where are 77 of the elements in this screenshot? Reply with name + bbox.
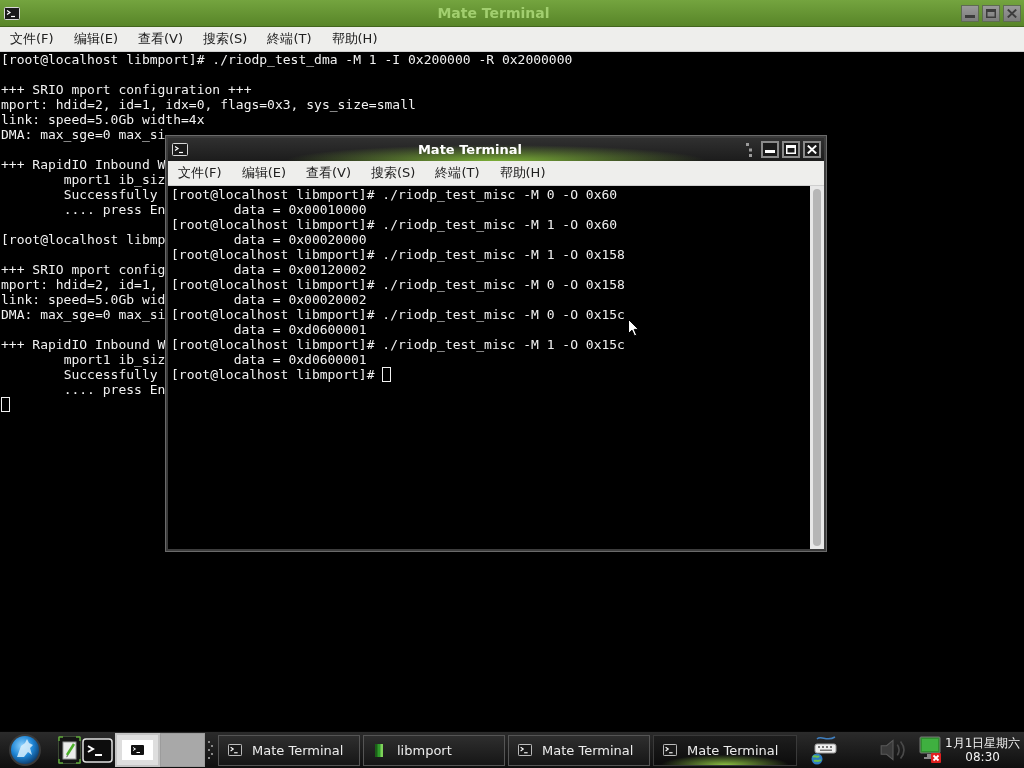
terminal-line: [root@localhost libmport]# ./riodp_test_dma -M 1 -I 0x200000 -R 0x2000000	[1, 52, 573, 67]
terminal-line: +++ RapidIO Inbound W	[1, 337, 166, 352]
window-thumbnail-icon	[122, 740, 153, 760]
terminal-line: [root@localhost libmport]# ./riodp_test_misc -M 1 -O 0x158	[171, 247, 625, 262]
drag-handle-icon	[746, 142, 752, 157]
task-button[interactable]: Mate Terminal	[653, 734, 797, 766]
minimize-icon	[965, 14, 975, 18]
menu-item[interactable]: 文件(F)	[0, 28, 64, 50]
terminal-line: data = 0x00010000	[233, 202, 367, 217]
terminal-line: data = 0xd0600001	[233, 352, 367, 367]
terminal-line: [root@localhost libmport]# ./riodp_test_misc -M 0 -O 0x60	[171, 187, 618, 202]
clock-time[interactable]: 08:30	[965, 750, 1000, 764]
window-title: Mate Terminal	[436, 5, 551, 21]
minimize-button[interactable]	[761, 141, 779, 158]
terminal-line: link: speed=5.0Gb wid	[1, 292, 166, 307]
terminal-line: .... press En	[63, 382, 166, 397]
terminal-icon	[172, 143, 188, 156]
terminal-line: .... press En	[63, 202, 166, 217]
terminal-line: link: speed=5.0Gb width=4x	[1, 112, 205, 127]
close-button[interactable]	[803, 141, 821, 158]
menu-item[interactable]: 文件(F)	[168, 162, 232, 184]
menu-item[interactable]: 搜索(S)	[193, 28, 258, 50]
task-button[interactable]: Mate Terminal	[508, 734, 650, 766]
terminal-line: DMA: max_sge=0 max_si	[1, 307, 166, 322]
terminal-line: data = 0xd0600001	[233, 322, 367, 337]
terminal-icon[interactable]	[82, 736, 113, 764]
minimize-icon	[765, 150, 775, 153]
menu-item[interactable]: 编辑(E)	[231, 162, 296, 184]
window-title: Mate Terminal	[416, 142, 524, 157]
clock-date[interactable]: 1月1日星期六	[945, 736, 1021, 750]
menu-item[interactable]: 帮助(H)	[321, 28, 388, 50]
terminal-icon	[663, 744, 677, 756]
terminal-line: data = 0x00020002	[233, 292, 367, 307]
menu-item[interactable]: 搜索(S)	[361, 162, 426, 184]
menu-item[interactable]: 終端(T)	[425, 162, 490, 184]
terminal-line: [root@localhost libmp	[1, 232, 166, 247]
drag-handle-icon	[208, 738, 214, 762]
terminal-line: DMA: max_sge=0 max_si	[1, 127, 166, 142]
terminal-line: mport: hdid=2, id=1,	[1, 277, 158, 292]
maximize-button[interactable]	[782, 141, 800, 158]
workspace[interactable]	[115, 733, 160, 767]
close-icon	[807, 145, 817, 154]
terminal-line: [root@localhost libmport]# ./riodp_test_misc -M 0 -O 0x15c	[171, 307, 625, 322]
terminal-line: mport1 ib_siz	[63, 352, 166, 367]
maximize-icon	[986, 8, 996, 18]
maximize-icon	[786, 145, 796, 154]
terminal-line: mport1 ib_siz	[63, 172, 166, 187]
menu-item[interactable]: 查看(V)	[128, 28, 194, 50]
sphere-logo-icon[interactable]	[6, 733, 44, 767]
close-icon	[1007, 8, 1017, 18]
task-button[interactable]: libmport	[363, 734, 505, 766]
terminal-line: +++ RapidIO Inbound W	[1, 157, 166, 172]
mouse-pointer-icon	[628, 319, 639, 337]
terminal-line: [root@localhost libmport]# ./riodp_test_misc -M 1 -O 0x15c	[171, 337, 625, 352]
scrollbar[interactable]	[810, 186, 824, 549]
keyboard-globe-icon[interactable]	[811, 735, 837, 765]
terminal-line: +++ SRIO mport configuration +++	[1, 82, 252, 97]
menu-item[interactable]: 编辑(E)	[63, 28, 128, 50]
task-button[interactable]: Mate Terminal	[218, 734, 360, 766]
terminal-line: mport: hdid=2, id=1, idx=0, flags=0x3, sys_size=small	[1, 97, 416, 112]
terminal-line: Successfully	[63, 187, 158, 202]
terminal-icon	[518, 744, 532, 756]
notepad-pencil-icon[interactable]	[58, 736, 81, 764]
terminal-line: +++ SRIO mport config	[1, 262, 166, 277]
terminal-line: Successfully	[63, 367, 158, 382]
menu-item[interactable]: 查看(V)	[296, 162, 362, 184]
terminal-icon	[228, 744, 242, 756]
menu-item[interactable]: 終端(T)	[257, 28, 322, 50]
monitor-error-icon[interactable]	[919, 736, 941, 764]
terminal-icon	[4, 6, 20, 20]
terminal-line: [root@localhost libmport]# ./riodp_test_misc -M 1 -O 0x60	[171, 217, 618, 232]
terminal-prompt: [root@localhost libmport]#	[171, 367, 375, 382]
book-icon	[375, 743, 383, 757]
terminal-line: data = 0x00020000	[233, 232, 367, 247]
terminal-line: data = 0x00120002	[233, 262, 367, 277]
menu-item[interactable]: 帮助(H)	[489, 162, 556, 184]
terminal-line: [root@localhost libmport]# ./riodp_test_misc -M 0 -O 0x158	[171, 277, 625, 292]
